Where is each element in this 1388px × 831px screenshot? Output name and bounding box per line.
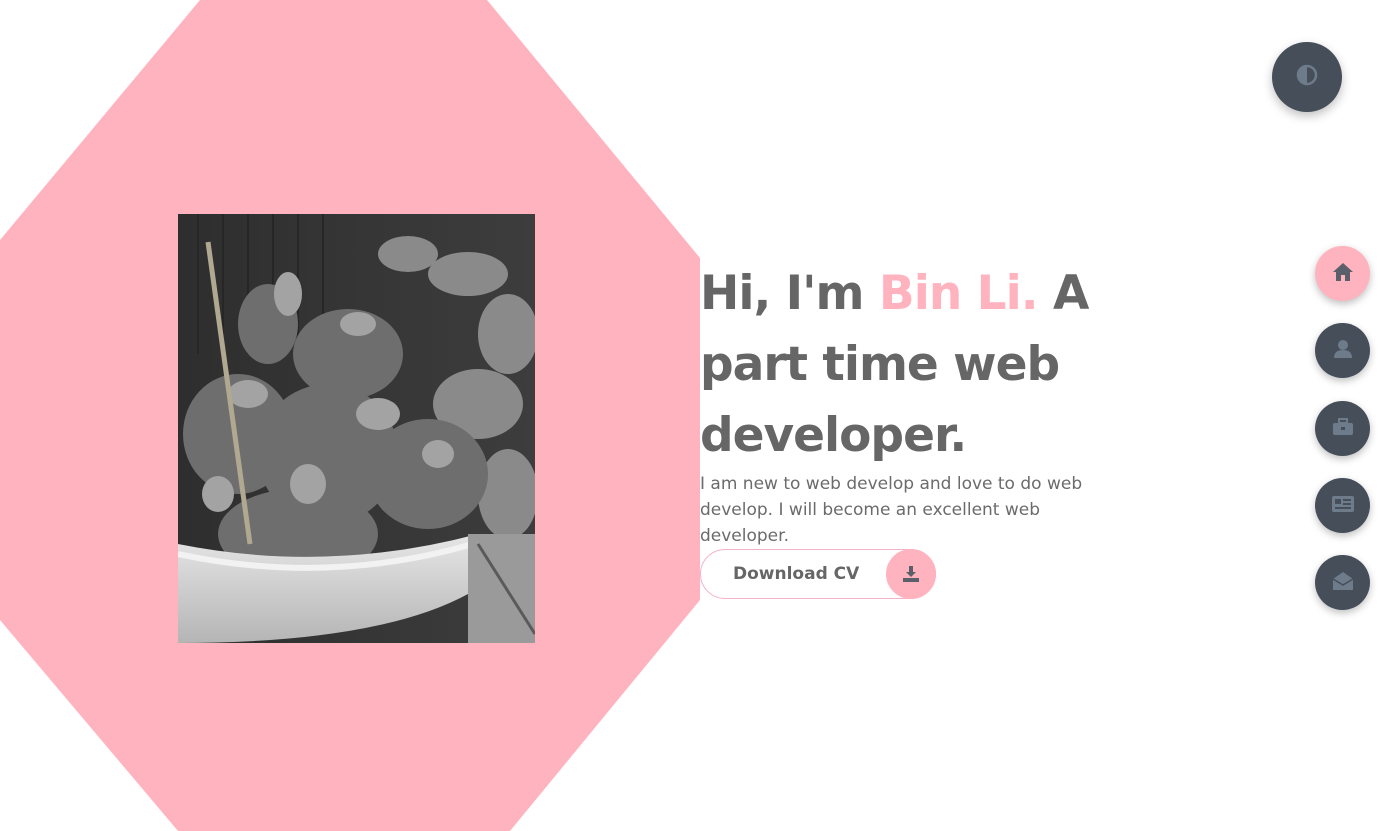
plant-photo-image bbox=[178, 214, 535, 643]
hero-description: I am new to web develop and love to do w… bbox=[700, 474, 1083, 546]
contrast-icon bbox=[1296, 64, 1318, 90]
hero-name: Bin Li. bbox=[878, 266, 1039, 321]
nav-portfolio-button[interactable] bbox=[1315, 401, 1370, 456]
nav-about-button[interactable] bbox=[1315, 323, 1370, 378]
page: Hi, I'm Bin Li. A part time web develope… bbox=[0, 0, 1388, 831]
download-cv-label: Download CV bbox=[733, 564, 860, 584]
profile-photo bbox=[178, 214, 535, 643]
newspaper-icon bbox=[1331, 495, 1355, 517]
nav-blogs-button[interactable] bbox=[1315, 478, 1370, 533]
theme-toggle-button[interactable] bbox=[1272, 42, 1342, 112]
briefcase-icon bbox=[1332, 417, 1354, 441]
user-icon bbox=[1333, 339, 1353, 363]
hero-heading: Hi, I'm Bin Li. A part time web develope… bbox=[700, 258, 1130, 471]
envelope-open-icon bbox=[1332, 571, 1354, 595]
home-icon bbox=[1332, 262, 1354, 286]
nav-home-button[interactable] bbox=[1315, 246, 1370, 301]
download-cv-button[interactable]: Download CV bbox=[700, 549, 936, 599]
hero-section: Hi, I'm Bin Li. A part time web develope… bbox=[700, 258, 1130, 549]
download-icon bbox=[886, 549, 936, 599]
hero-greeting: Hi, I'm bbox=[700, 266, 865, 321]
nav-contact-button[interactable] bbox=[1315, 555, 1370, 610]
